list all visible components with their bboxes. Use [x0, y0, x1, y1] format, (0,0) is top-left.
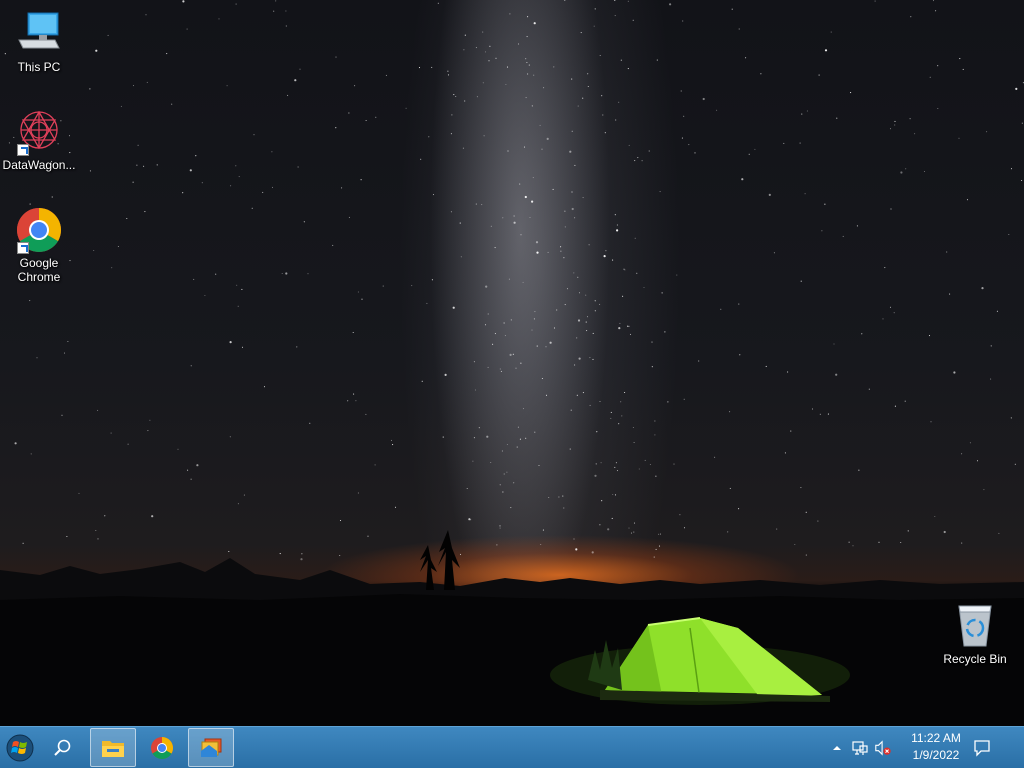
desktop-icon-label: Google Chrome — [17, 256, 61, 284]
desktop-icon-google-chrome[interactable]: Google Chrome — [1, 206, 77, 284]
desktop-background: This PC DataWagon... Google Chrome Recyc… — [0, 0, 1024, 726]
datawagon-icon — [15, 108, 63, 156]
desktop-icon-datawagon[interactable]: DataWagon... — [1, 108, 77, 172]
desktop-icon-recycle-bin[interactable]: Recycle Bin — [937, 602, 1013, 666]
start-button[interactable] — [0, 727, 40, 769]
clock-date: 1/9/2022 — [912, 748, 960, 762]
chrome-icon — [151, 736, 173, 759]
app-window-icon — [201, 738, 222, 757]
windows-start-icon — [6, 734, 34, 762]
search-button[interactable] — [42, 727, 82, 769]
shortcut-arrow-icon — [17, 242, 29, 254]
taskbar-app-google-chrome[interactable] — [139, 728, 185, 767]
desktop-icon-label: DataWagon... — [2, 158, 76, 172]
file-explorer-icon — [102, 740, 124, 757]
network-icon[interactable] — [851, 739, 869, 757]
search-icon — [54, 739, 71, 756]
chrome-icon — [15, 206, 63, 254]
clock-time: 11:22 AM — [911, 731, 961, 745]
landscape — [0, 530, 1024, 726]
this-pc-icon — [15, 10, 63, 58]
shortcut-arrow-icon — [17, 144, 29, 156]
recycle-bin-icon — [951, 602, 999, 650]
desktop-icon-this-pc[interactable]: This PC — [1, 10, 77, 74]
taskbar-app-window[interactable] — [188, 728, 234, 767]
action-center-icon — [974, 740, 990, 757]
volume-muted-icon[interactable] — [874, 739, 892, 757]
chevron-up-icon[interactable] — [828, 739, 846, 757]
clock[interactable]: 11:22 AM 1/9/2022 — [904, 730, 968, 764]
taskbar-app-file-explorer[interactable] — [90, 728, 136, 767]
desktop-icon-label: This PC — [17, 60, 61, 74]
action-center-button[interactable] — [964, 727, 1000, 769]
desktop-icon-label: Recycle Bin — [943, 652, 1007, 666]
taskbar: 11:22 AM 1/9/2022 — [0, 726, 1024, 768]
